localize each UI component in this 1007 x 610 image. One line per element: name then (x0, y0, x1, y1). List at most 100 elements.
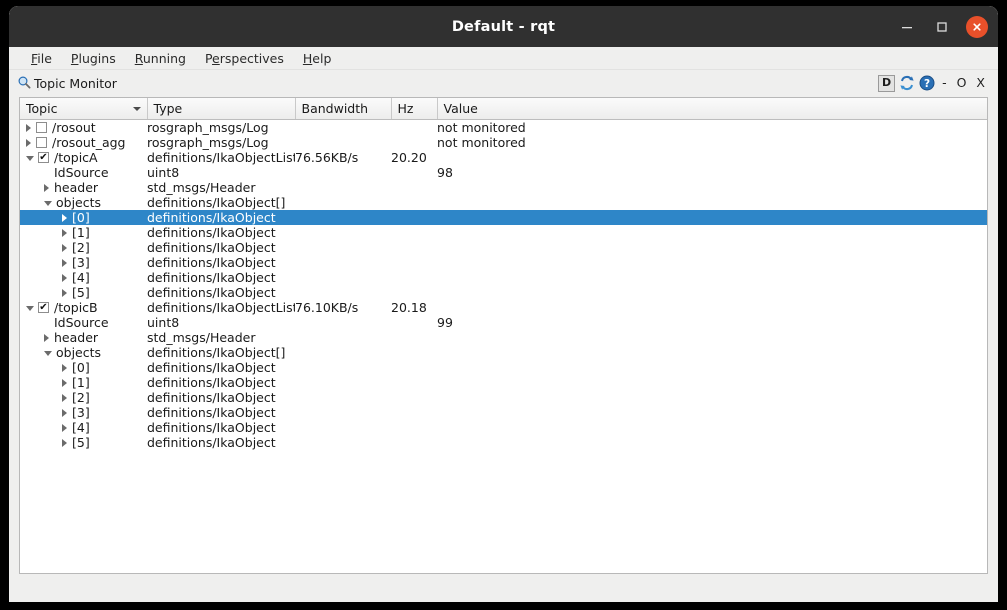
expand-arrow-icon[interactable] (62, 438, 67, 447)
window-controls (896, 6, 988, 47)
table-row[interactable]: [4] definitions/IkaObject (20, 270, 987, 285)
topic-name-label: IdSource (54, 165, 109, 180)
refresh-icon[interactable] (899, 75, 915, 91)
menu-item-help[interactable]: Help (295, 49, 343, 68)
cell-topic: IdSource (20, 165, 147, 180)
topic-checkbox[interactable] (36, 137, 47, 148)
column-header-hz[interactable]: Hz (391, 98, 438, 120)
close-icon[interactable] (966, 15, 988, 38)
expand-arrow-icon[interactable] (62, 393, 67, 402)
collapse-arrow-icon[interactable] (44, 201, 52, 206)
table-row[interactable]: [3] definitions/IkaObject (20, 255, 987, 270)
expand-arrow-icon[interactable] (62, 273, 67, 282)
collapse-arrow-icon[interactable] (26, 156, 34, 161)
topic-name-label: IdSource (54, 315, 109, 330)
cell-value (437, 420, 987, 435)
plugin-close-button[interactable]: X (973, 75, 988, 91)
cell-topic: [4] (20, 270, 147, 285)
plugin-header-bar: Topic Monitor D ? - O X (9, 70, 998, 96)
expand-arrow-icon[interactable] (62, 243, 67, 252)
topic-name-label: /rosout (52, 120, 96, 135)
cell-hz (391, 120, 437, 136)
column-header-bandwidth[interactable]: Bandwidth (295, 98, 392, 120)
table-row[interactable]: [0] definitions/IkaObject (20, 360, 987, 375)
cell-hz (391, 180, 437, 195)
dock-button[interactable]: D (878, 74, 896, 92)
topic-tree-table: Topic Type Bandwidth Hz Value /rosout ros… (20, 98, 987, 450)
table-row[interactable]: [4] definitions/IkaObject (20, 420, 987, 435)
cell-value (437, 390, 987, 405)
table-row[interactable]: objects definitions/IkaObject[] (20, 345, 987, 360)
cell-value (437, 180, 987, 195)
cell-type: rosgraph_msgs/Log (147, 135, 269, 150)
table-row[interactable]: header std_msgs/Header (20, 180, 987, 195)
table-row[interactable]: [5] definitions/IkaObject (20, 435, 987, 450)
table-row[interactable]: [1] definitions/IkaObject (20, 375, 987, 390)
table-row[interactable]: header std_msgs/Header (20, 330, 987, 345)
table-row[interactable]: IdSource uint8 98 (20, 165, 987, 180)
cell-hz (391, 420, 437, 435)
cell-hz: 20.20 (391, 150, 427, 165)
topic-checkbox[interactable]: ✔ (38, 302, 49, 313)
cell-topic: objects (20, 345, 147, 360)
cell-bandwidth (295, 285, 391, 300)
maximize-icon[interactable] (931, 16, 953, 38)
cell-hz (391, 315, 437, 330)
svg-text:?: ? (924, 78, 930, 90)
cell-hz (391, 165, 437, 180)
table-row[interactable]: ✔ /topicB definitions/IkaObjectList 76.10KB… (20, 300, 987, 315)
cell-value (437, 195, 987, 210)
expand-arrow-icon[interactable] (44, 333, 49, 342)
table-row[interactable]: [0] definitions/IkaObject (20, 210, 987, 225)
column-header-type[interactable]: Type (147, 98, 296, 120)
column-header-value[interactable]: Value (437, 98, 987, 120)
table-row[interactable]: [2] definitions/IkaObject (20, 390, 987, 405)
help-icon[interactable]: ? (919, 75, 935, 91)
topic-checkbox[interactable] (36, 122, 47, 133)
expand-arrow-icon[interactable] (26, 123, 31, 132)
table-row[interactable]: /rosout rosgraph_msgs/Log not monitored (20, 120, 987, 136)
minimize-icon[interactable] (896, 16, 918, 38)
cell-bandwidth (295, 135, 391, 150)
cell-value (437, 375, 987, 390)
table-row[interactable]: [1] definitions/IkaObject (20, 225, 987, 240)
expand-arrow-icon[interactable] (62, 363, 67, 372)
collapse-arrow-icon[interactable] (26, 306, 34, 311)
cell-bandwidth (295, 375, 391, 390)
table-row[interactable]: /rosout_agg rosgraph_msgs/Log not monitore… (20, 135, 987, 150)
topic-name-label: [1] (72, 375, 90, 390)
expand-arrow-icon[interactable] (62, 408, 67, 417)
collapse-arrow-icon[interactable] (44, 351, 52, 356)
menu-item-file[interactable]: File (23, 49, 63, 68)
table-row[interactable]: [3] definitions/IkaObject (20, 405, 987, 420)
topic-name-label: [4] (72, 270, 90, 285)
menu-item-perspectives[interactable]: Perspectives (197, 49, 295, 68)
table-row[interactable]: objects definitions/IkaObject[] (20, 195, 987, 210)
topic-checkbox[interactable]: ✔ (38, 152, 49, 163)
table-row[interactable]: [2] definitions/IkaObject (20, 240, 987, 255)
expand-arrow-icon[interactable] (26, 138, 31, 147)
table-row[interactable]: IdSource uint8 99 (20, 315, 987, 330)
table-header-row: Topic Type Bandwidth Hz Value (20, 98, 987, 120)
cell-type: definitions/IkaObject (147, 360, 276, 375)
table-row[interactable]: ✔ /topicA definitions/IkaObjectList 76.56KB… (20, 150, 987, 165)
expand-arrow-icon[interactable] (44, 183, 49, 192)
cell-value (437, 330, 987, 345)
cell-type: definitions/IkaObject[] (147, 195, 286, 210)
cell-value (437, 285, 987, 300)
menu-item-running[interactable]: Running (127, 49, 197, 68)
cell-type: std_msgs/Header (147, 330, 256, 345)
plugin-float-button[interactable]: O (954, 75, 970, 91)
table-row[interactable]: [5] definitions/IkaObject (20, 285, 987, 300)
cell-topic: [5] (20, 435, 147, 450)
cell-value (437, 405, 987, 420)
expand-arrow-icon[interactable] (62, 258, 67, 267)
expand-arrow-icon[interactable] (62, 228, 67, 237)
plugin-minimize-button[interactable]: - (939, 75, 950, 91)
menu-item-plugins[interactable]: Plugins (63, 49, 127, 68)
expand-arrow-icon[interactable] (62, 288, 67, 297)
expand-arrow-icon[interactable] (62, 423, 67, 432)
column-header-topic[interactable]: Topic (20, 98, 148, 120)
expand-arrow-icon[interactable] (62, 378, 67, 387)
expand-arrow-icon[interactable] (62, 213, 67, 222)
